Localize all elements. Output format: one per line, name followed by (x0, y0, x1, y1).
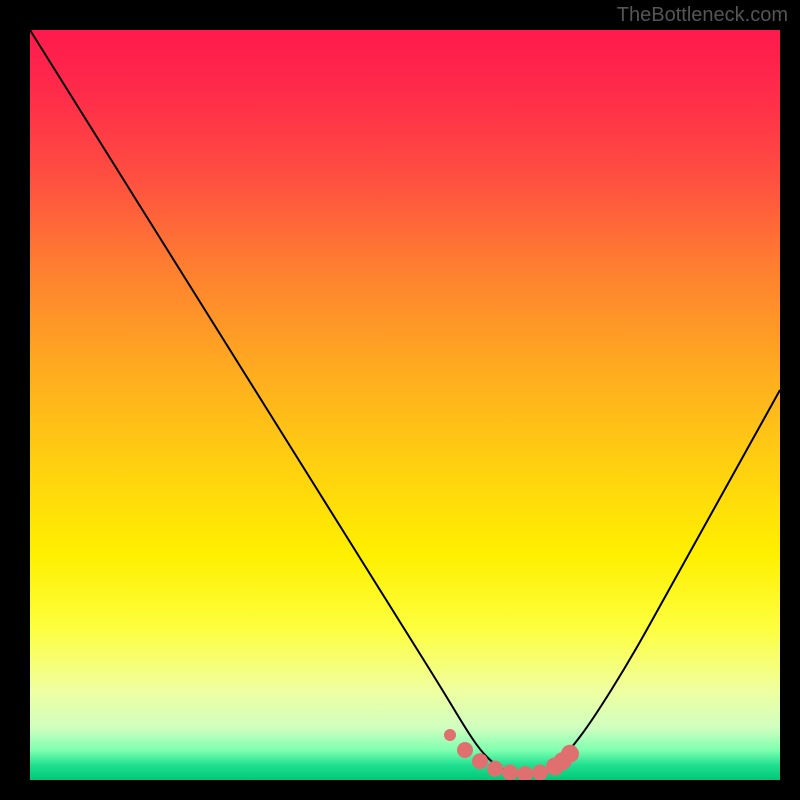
plot-area (30, 30, 780, 780)
highlight-dot (502, 765, 518, 781)
watermark-text: TheBottleneck.com (617, 4, 788, 27)
optimal-band-dots (444, 729, 579, 780)
highlight-dot (532, 765, 548, 781)
highlight-dot (517, 766, 533, 780)
highlight-dot (444, 729, 456, 741)
dots-svg (30, 30, 780, 780)
highlight-dot (561, 745, 579, 763)
highlight-dot (487, 761, 503, 777)
highlight-dot (472, 753, 488, 769)
highlight-dot (457, 742, 473, 758)
